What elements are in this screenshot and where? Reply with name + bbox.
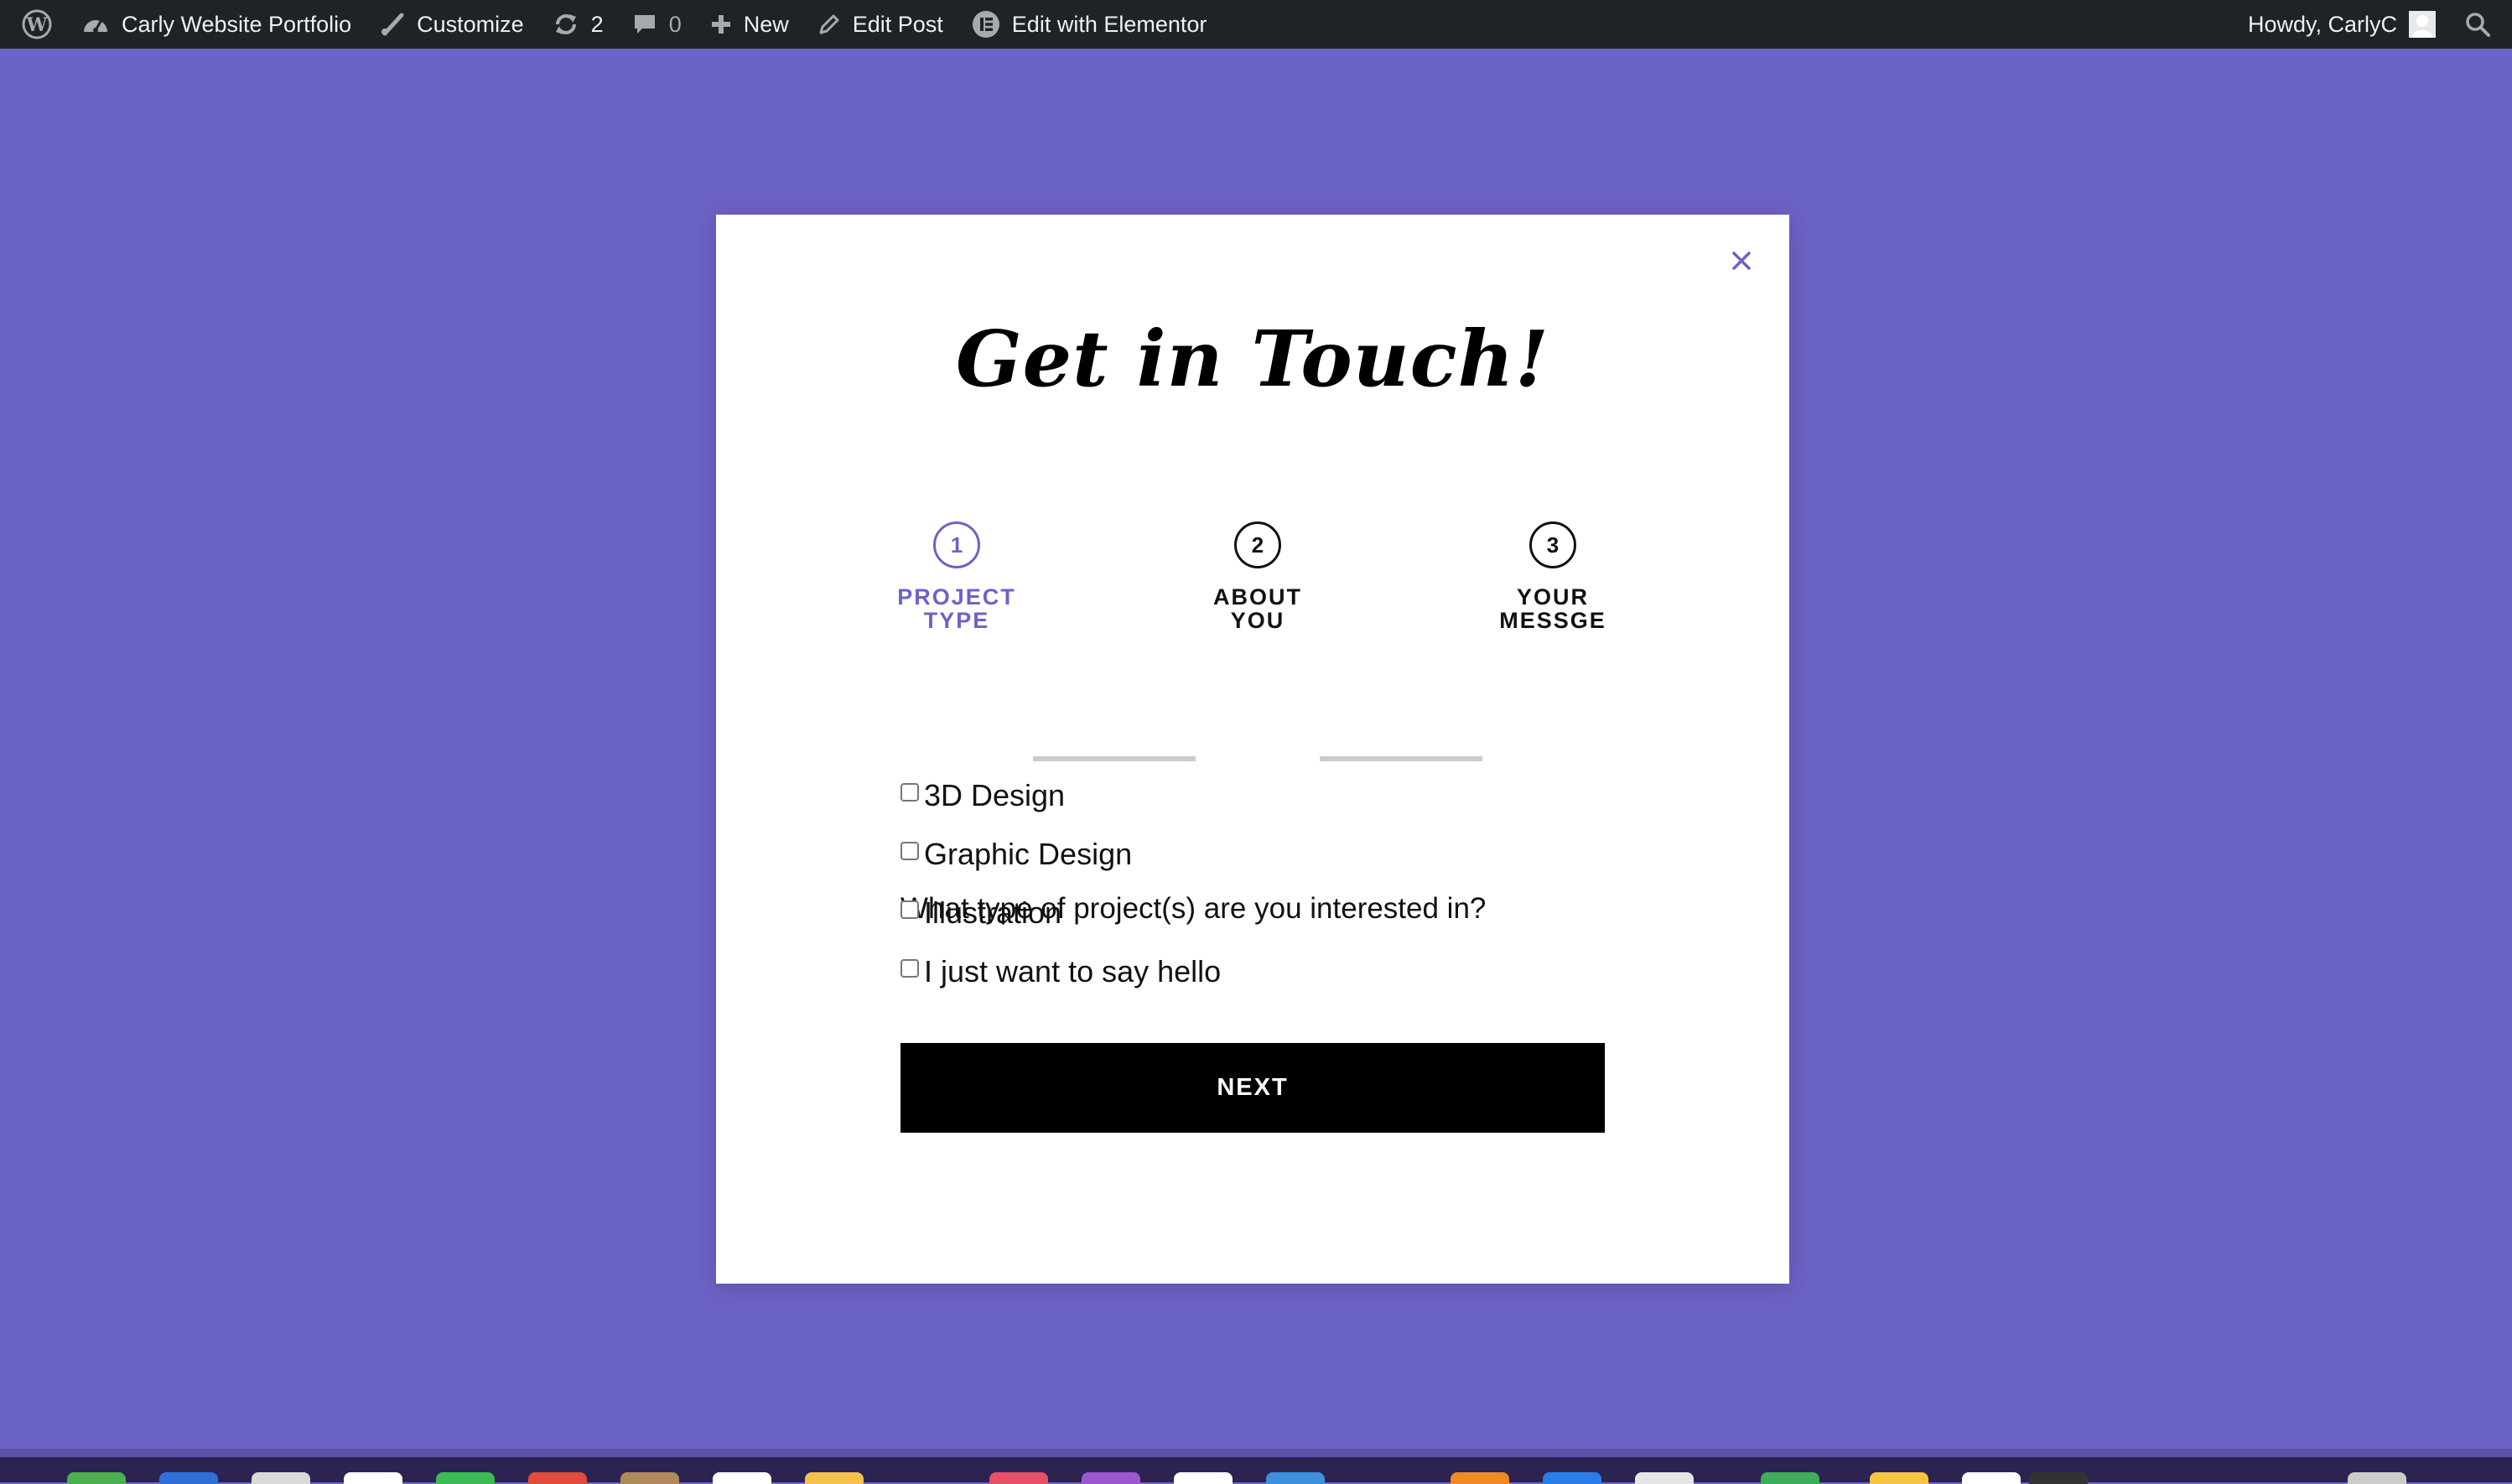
site-name-link[interactable]: Carly Website Portfolio <box>67 0 366 49</box>
avatar <box>2409 11 2436 38</box>
window-bottom-edge <box>0 1449 2512 1457</box>
modal-title: Get in Touch! <box>956 314 1549 404</box>
howdy-label: Howdy, CarlyC <box>2247 11 2397 37</box>
step-label-2: ABOUT YOU <box>1165 585 1350 632</box>
option-say-hello[interactable]: I just want to say hello <box>900 954 1221 989</box>
option-3d-design[interactable]: 3D Design <box>900 778 1065 813</box>
step-number-2: 2 <box>1234 521 1281 568</box>
customize-label: Customize <box>417 11 524 37</box>
next-button[interactable]: NEXT <box>900 1043 1605 1133</box>
step-number-3: 3 <box>1529 521 1576 568</box>
step-about-you: 2 ABOUT YOU <box>1165 521 1350 632</box>
edit-with-elementor-link[interactable]: Edit with Elementor <box>958 0 1222 49</box>
comments-link[interactable]: 0 <box>618 0 696 49</box>
option-label: I just want to say hello <box>924 954 1222 988</box>
dashboard-icon <box>81 12 110 37</box>
edit-post-label: Edit Post <box>852 11 943 37</box>
search-button[interactable] <box>2450 0 2505 49</box>
checkbox-graphic-design[interactable] <box>900 842 919 860</box>
wordpress-logo-button[interactable]: W <box>7 0 67 49</box>
admin-bar: W Carly Website Portfolio Customize 2 0 … <box>0 0 2512 49</box>
checkbox-illustration[interactable] <box>900 900 919 919</box>
step-connector-1 <box>1033 756 1196 761</box>
svg-text:W: W <box>26 14 48 36</box>
updates-count: 2 <box>590 11 604 37</box>
step-label-1: PROJECT TYPE <box>864 585 1049 632</box>
option-graphic-design[interactable]: Graphic Design <box>900 837 1132 872</box>
contact-modal: Get in Touch! 1 PROJECT TYPE 2 ABOUT YOU… <box>716 215 1789 1284</box>
edit-post-link[interactable]: Edit Post <box>803 0 958 49</box>
customize-link[interactable]: Customize <box>366 0 538 49</box>
comment-bubble-icon <box>632 12 657 37</box>
option-illustration[interactable]: Illustration <box>900 895 1061 931</box>
step-label-2-line1: ABOUT <box>1213 584 1302 610</box>
elementor-icon <box>972 10 1000 39</box>
option-label: 3D Design <box>924 778 1066 812</box>
step-connector-2 <box>1320 756 1482 761</box>
option-label: Illustration <box>924 895 1062 930</box>
brush-icon <box>380 12 405 37</box>
close-button[interactable] <box>1727 246 1756 275</box>
updates-icon <box>553 12 579 37</box>
new-label: New <box>743 11 789 37</box>
step-label-3-line2: MESSGE <box>1499 608 1606 633</box>
new-content-link[interactable]: New <box>696 0 803 49</box>
edit-with-elementor-label: Edit with Elementor <box>1011 11 1207 37</box>
updates-link[interactable]: 2 <box>538 0 618 49</box>
step-label-1-line2: TYPE <box>923 608 990 633</box>
site-name-label: Carly Website Portfolio <box>122 11 352 37</box>
step-your-message: 3 YOUR MESSGE <box>1461 521 1645 632</box>
comments-count: 0 <box>668 11 682 37</box>
pencil-icon <box>817 13 841 36</box>
step-label-2-line2: YOU <box>1230 608 1285 633</box>
step-label-3-line1: YOUR <box>1516 584 1589 610</box>
step-label-1-line1: PROJECT <box>897 584 1016 610</box>
search-icon <box>2464 11 2491 38</box>
step-label-3: YOUR MESSGE <box>1461 585 1645 632</box>
wordpress-logo-icon: W <box>21 8 53 40</box>
close-icon <box>1732 252 1751 270</box>
plus-icon <box>710 13 732 35</box>
checkbox-3d-design[interactable] <box>900 783 919 802</box>
step-number-1: 1 <box>933 521 980 568</box>
checkbox-say-hello[interactable] <box>900 959 919 978</box>
option-label: Graphic Design <box>924 837 1133 871</box>
step-project-type: 1 PROJECT TYPE <box>864 521 1049 632</box>
account-menu[interactable]: Howdy, CarlyC <box>2234 0 2450 49</box>
